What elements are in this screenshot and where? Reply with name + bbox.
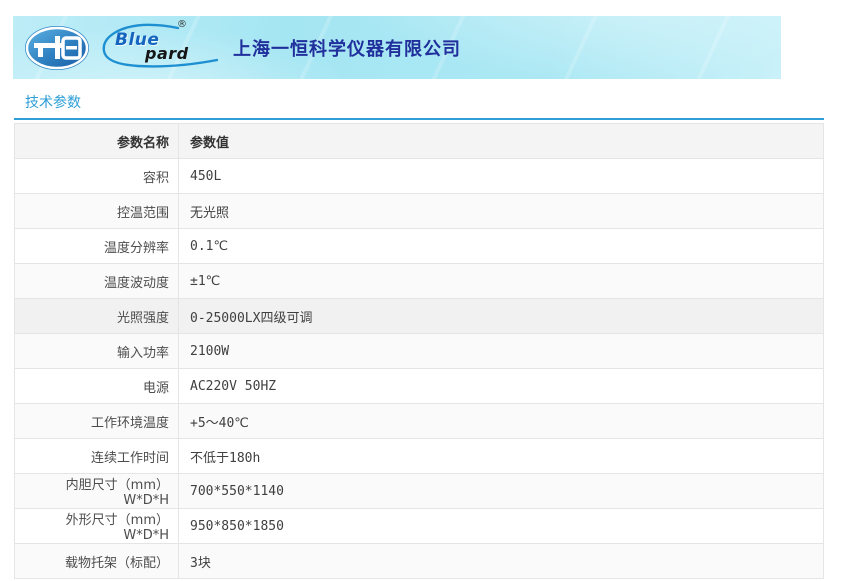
header-banner: Blue pard ® 上海一恒科学仪器有限公司 <box>13 16 781 79</box>
table-row: 温度分辨率 0.1℃ <box>14 228 824 264</box>
param-name-cell: 外形尺寸（mm）W*D*H <box>14 508 179 544</box>
registered-trademark-icon: ® <box>177 18 187 30</box>
header-row: 参数名称 参数值 <box>14 123 824 159</box>
table-row: 载物托架（标配） 3块 <box>14 543 824 579</box>
table-row: 输入功率 2100W <box>14 333 824 369</box>
param-name-cell: 载物托架（标配） <box>14 543 179 579</box>
param-value-cell: AC220V 50HZ <box>178 368 824 404</box>
spec-table: 参数名称 参数值 容积 450L 控温范围 无光照 温度分辨率 0.1℃ 温度波动度 ±1℃ 光… <box>14 123 824 579</box>
brand-pard-text: pard <box>145 43 189 63</box>
param-name-cell: 工作环境温度 <box>14 403 179 439</box>
param-name-cell: 控温范围 <box>14 193 179 229</box>
table-row: 外形尺寸（mm）W*D*H 950*850*1850 <box>14 508 824 544</box>
column-header-param-name: 参数名称 <box>14 123 179 159</box>
param-name-cell: 电源 <box>14 368 179 404</box>
bluepard-logo: Blue pard ® <box>100 18 218 75</box>
table-row: 电源 AC220V 50HZ <box>14 368 824 404</box>
param-name-cell: 内胆尺寸（mm）W*D*H <box>14 473 179 509</box>
param-name-cell: 温度波动度 <box>14 263 179 299</box>
param-value-cell: 无光照 <box>178 193 824 229</box>
param-value-cell: 2100W <box>178 333 824 369</box>
table-row: 内胆尺寸（mm）W*D*H 700*550*1140 <box>14 473 824 509</box>
param-name-cell: 温度分辨率 <box>14 228 179 264</box>
param-value-cell: ±1℃ <box>178 263 824 299</box>
param-name-cell: 连续工作时间 <box>14 438 179 474</box>
table-row: 控温范围 无光照 <box>14 193 824 229</box>
param-name-cell: 光照强度 <box>14 298 179 334</box>
section-title: 技术参数 <box>14 92 824 120</box>
table-row: 光照强度 0-25000LX四级可调 <box>14 298 824 334</box>
param-name-cell: 输入功率 <box>14 333 179 369</box>
param-value-cell: 0.1℃ <box>178 228 824 264</box>
spec-table-body: 容积 450L 控温范围 无光照 温度分辨率 0.1℃ 温度波动度 ±1℃ 光照强度 0-2500… <box>14 158 824 579</box>
table-row: 温度波动度 ±1℃ <box>14 263 824 299</box>
column-header-param-value: 参数值 <box>178 123 824 159</box>
param-value-cell: 0-25000LX四级可调 <box>178 298 824 334</box>
param-value-cell: 700*550*1140 <box>178 473 824 509</box>
param-value-cell: 950*850*1850 <box>178 508 824 544</box>
company-name: 上海一恒科学仪器有限公司 <box>233 38 461 60</box>
param-value-cell: 不低于180h <box>178 438 824 474</box>
spec-table-header: 参数名称 参数值 <box>14 123 824 159</box>
param-value-cell: +5～40℃ <box>178 403 824 439</box>
table-row: 连续工作时间 不低于180h <box>14 438 824 474</box>
yiheng-oval-logo-icon <box>24 25 90 71</box>
param-name-cell: 容积 <box>14 158 179 194</box>
table-row: 工作环境温度 +5～40℃ <box>14 403 824 439</box>
param-value-cell: 3块 <box>178 543 824 579</box>
table-row: 容积 450L <box>14 158 824 194</box>
param-value-cell: 450L <box>178 158 824 194</box>
